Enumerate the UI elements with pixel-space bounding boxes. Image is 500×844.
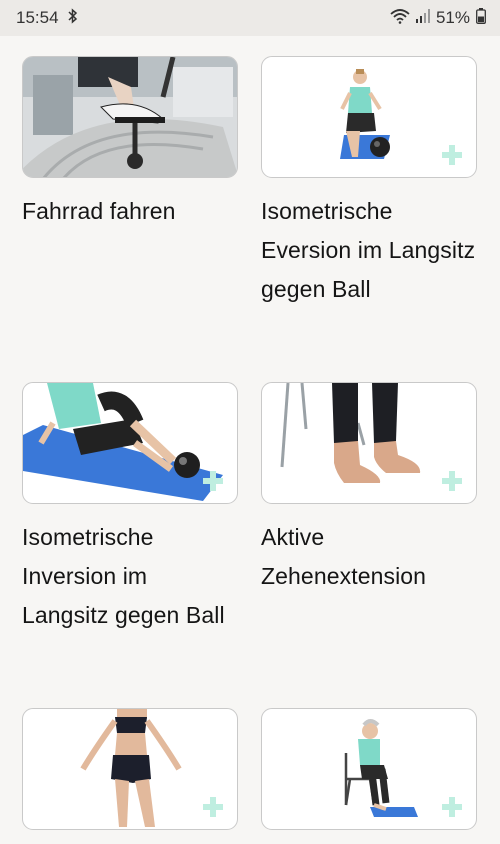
status-bar: 15:54 51% (0, 0, 500, 36)
status-time: 15:54 (16, 8, 59, 27)
exercise-card[interactable]: Isometrische Inversion im Langsitz gegen… (22, 382, 238, 635)
bluetooth-icon (67, 7, 79, 29)
plus-icon[interactable] (442, 797, 462, 817)
exercise-thumbnail[interactable] (22, 382, 238, 504)
exercise-title[interactable]: Fahrrad fahren (22, 192, 238, 231)
exercise-card[interactable] (22, 708, 238, 844)
exercise-thumbnail[interactable] (261, 382, 477, 504)
battery-icon (476, 7, 486, 29)
plus-icon[interactable] (442, 145, 462, 165)
stationary-bike-pedal-image (23, 57, 237, 177)
wifi-icon (390, 8, 410, 29)
exercise-thumbnail[interactable] (22, 56, 238, 178)
exercise-thumbnail[interactable] (261, 708, 477, 830)
exercise-card[interactable] (261, 708, 477, 844)
exercise-thumbnail[interactable] (261, 56, 477, 178)
exercise-title[interactable]: Aktive Zehenextension (261, 518, 477, 596)
status-left: 15:54 (16, 7, 79, 29)
exercise-card[interactable]: Fahrrad fahren (22, 56, 238, 231)
plus-icon[interactable] (203, 797, 223, 817)
status-right: 51% (390, 7, 486, 29)
battery-level: 51% (435, 8, 470, 27)
exercise-thumbnail[interactable] (22, 708, 238, 830)
exercise-title[interactable]: Isometrische Eversion im Langsitz gegen … (261, 192, 477, 309)
exercise-card[interactable]: Isometrische Eversion im Langsitz gegen … (261, 56, 477, 309)
exercise-card[interactable]: Aktive Zehenextension (261, 382, 477, 596)
signal-icon (415, 8, 430, 28)
exercise-title[interactable]: Isometrische Inversion im Langsitz gegen… (22, 518, 238, 635)
plus-icon[interactable] (203, 471, 223, 491)
plus-icon[interactable] (442, 471, 462, 491)
